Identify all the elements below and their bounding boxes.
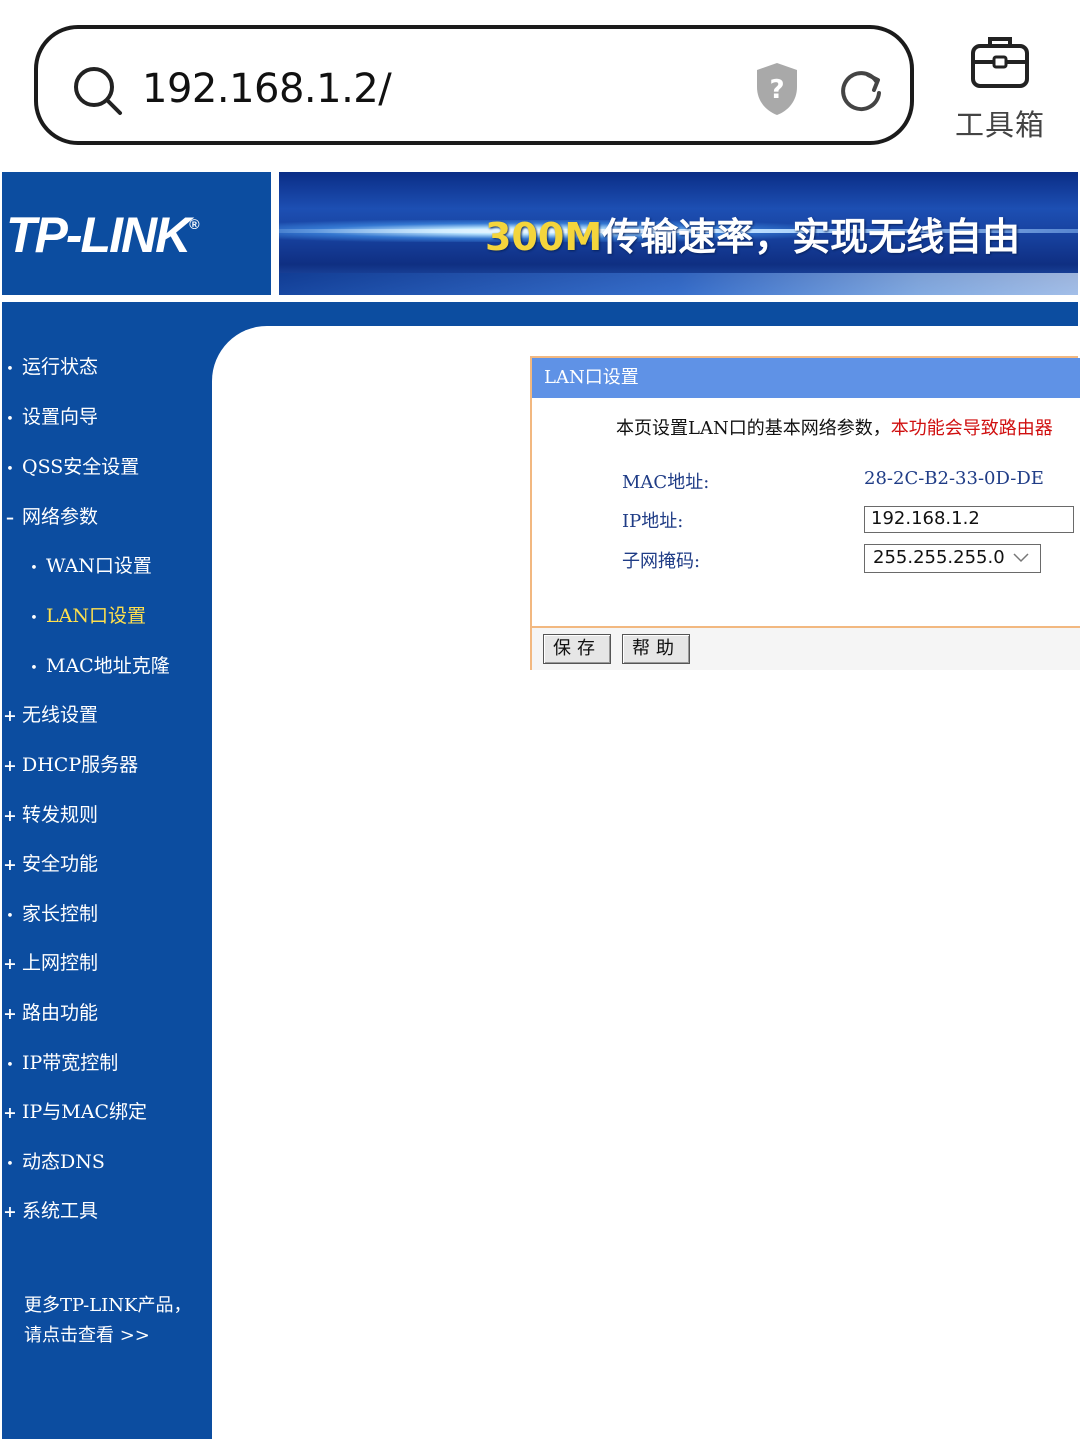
expand-icon: + [3, 954, 17, 973]
panel-footer: 保存 帮助 [532, 626, 1080, 670]
collapse-icon: – [6, 508, 14, 527]
slogan-text: 传输速率，实现无线自由 [602, 215, 1021, 259]
save-button[interactable]: 保存 [543, 634, 611, 664]
bullet-icon: • [6, 462, 14, 477]
panel-title: LAN口设置 [532, 358, 1080, 398]
bullet-icon: • [6, 412, 14, 427]
help-button[interactable]: 帮助 [622, 634, 690, 664]
chevron-down-icon [1013, 553, 1029, 563]
description-text: 本页设置LAN口的基本网络参数， [616, 418, 891, 439]
mac-label: MAC地址: [622, 472, 710, 493]
expand-icon: + [3, 1004, 17, 1023]
ip-label: IP地址: [622, 511, 684, 532]
toolbox-label: 工具箱 [954, 108, 1045, 142]
more-products-line2: 请点击查看 >> [24, 1325, 150, 1346]
sidebar-item-forwarding[interactable]: + 转发规则 [2, 800, 98, 827]
toolbox-icon [971, 37, 1029, 88]
slogan-highlight: 300M [485, 215, 603, 259]
svg-text:?: ? [769, 75, 784, 105]
sidebar-item-wan[interactable]: • WAN口设置 [26, 551, 152, 578]
subnet-mask-select[interactable]: 255.255.255.0 [864, 544, 1041, 573]
bullet-icon: • [6, 362, 14, 377]
url-text[interactable]: 192.168.1.2/ [142, 63, 392, 115]
lan-settings-panel: LAN口设置 本页设置LAN口的基本网络参数，本功能会导致路由器 MAC地址: … [530, 356, 1080, 670]
expand-icon: + [3, 1202, 17, 1221]
sidebar-menu: • 运行状态 • 设置向导 • QSS安全设置 – 网络参数 • WAN口设置 • LAN口… [2, 326, 212, 1439]
sidebar-item-system-tools[interactable]: + 系统工具 [2, 1196, 98, 1223]
sidebar-item-wizard[interactable]: • 设置向导 [2, 402, 98, 429]
sidebar-item-dhcp[interactable]: + DHCP服务器 [2, 750, 138, 777]
tplink-logo: TP-LINK® [2, 172, 271, 295]
expand-icon: + [3, 806, 17, 825]
more-products-link[interactable]: 更多TP-LINK产品， 请点击查看 >> [24, 1291, 191, 1351]
bullet-icon: • [6, 1058, 14, 1073]
description-warning: 本功能会导致路由器 [890, 418, 1053, 439]
subnet-mask-label: 子网掩码: [622, 551, 701, 572]
expand-icon: + [3, 756, 17, 775]
header-strip [2, 302, 1078, 326]
expand-icon: + [3, 706, 17, 725]
address-bar[interactable]: 192.168.1.2/ ? [34, 25, 914, 145]
sidebar-item-security[interactable]: + 安全功能 [2, 849, 98, 876]
sidebar-item-qss[interactable]: • QSS安全设置 [2, 452, 139, 479]
bullet-icon: • [30, 661, 38, 676]
sidebar-item-ddns[interactable]: • 动态DNS [2, 1147, 105, 1174]
more-products-line1: 更多TP-LINK产品， [24, 1295, 192, 1316]
sidebar-item-bandwidth[interactable]: • IP带宽控制 [2, 1048, 118, 1075]
bullet-icon: • [6, 1157, 14, 1172]
search-icon [74, 67, 122, 115]
panel-description: 本页设置LAN口的基本网络参数，本功能会导致路由器 [616, 414, 1076, 440]
sidebar-item-network[interactable]: – 网络参数 [2, 502, 98, 529]
slogan-banner: 300M传输速率，实现无线自由 [279, 172, 1078, 295]
sidebar-item-lan[interactable]: • LAN口设置 [26, 601, 146, 628]
logo-text: TP-LINK [6, 207, 191, 263]
sidebar-item-mac-clone[interactable]: • MAC地址克隆 [26, 651, 170, 678]
reload-icon[interactable] [838, 65, 884, 115]
ip-address-input[interactable]: 192.168.1.2 [864, 506, 1074, 533]
sidebar-item-access-control[interactable]: + 上网控制 [2, 948, 98, 975]
subnet-mask-value: 255.255.255.0 [873, 547, 1005, 568]
sidebar-item-status[interactable]: • 运行状态 [2, 352, 98, 379]
bullet-icon: • [30, 611, 38, 626]
security-shield-icon[interactable]: ? [753, 61, 801, 117]
toolbox-button[interactable]: 工具箱 [950, 32, 1050, 147]
mac-value: 28-2C-B2-33-0D-DE [864, 468, 1044, 489]
logo-registered-mark: ® [189, 216, 199, 232]
sidebar-item-ip-mac-binding[interactable]: + IP与MAC绑定 [2, 1097, 147, 1124]
sidebar-item-parental[interactable]: • 家长控制 [2, 899, 98, 926]
bullet-icon: • [6, 909, 14, 924]
sidebar-item-routing[interactable]: + 路由功能 [2, 998, 98, 1025]
sidebar-item-wireless[interactable]: + 无线设置 [2, 700, 98, 727]
bullet-icon: • [30, 561, 38, 576]
expand-icon: + [3, 1103, 17, 1122]
expand-icon: + [3, 855, 17, 874]
